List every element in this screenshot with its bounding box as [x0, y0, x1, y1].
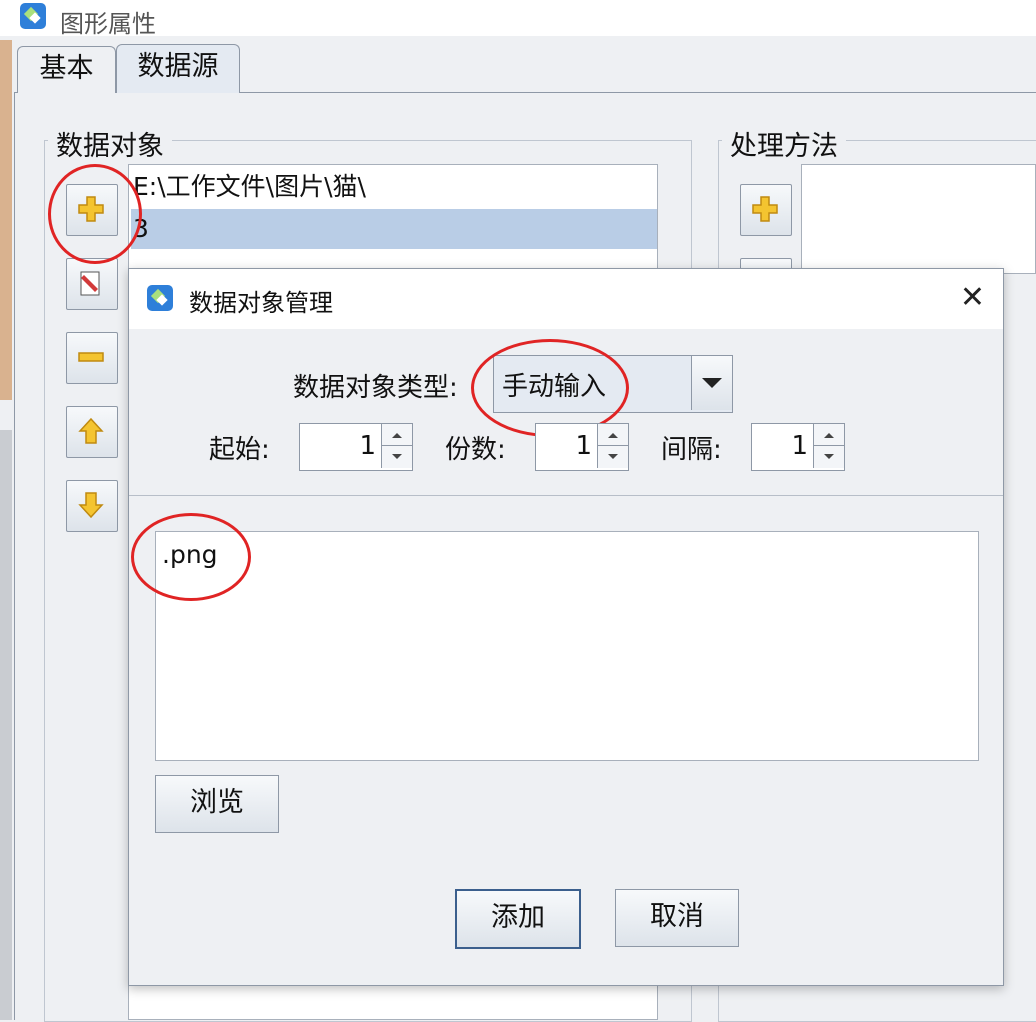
- spin-up-icon[interactable]: [392, 433, 402, 438]
- tab-datasource[interactable]: 数据源: [116, 44, 240, 93]
- dialog-title: 数据对象管理: [189, 289, 333, 317]
- data-object-type-select[interactable]: 手动输入: [493, 355, 733, 413]
- spinner-buttons[interactable]: [597, 424, 628, 468]
- spinner-buttons[interactable]: [381, 424, 412, 468]
- processing-method-legend: 处理方法: [722, 124, 846, 163]
- data-object-type-value: 手动输入: [502, 372, 607, 402]
- browse-button[interactable]: 浏览: [155, 775, 279, 833]
- list-item[interactable]: E:\工作文件\图片\猫\: [131, 167, 657, 207]
- list-item-selected[interactable]: 3: [131, 209, 657, 249]
- add-button[interactable]: 添加: [455, 889, 581, 949]
- background-window-edge-lower: [0, 430, 12, 1020]
- spin-down-icon[interactable]: [392, 454, 402, 459]
- data-content-text: .png: [162, 540, 218, 569]
- move-up-icon: [78, 417, 104, 444]
- edit-data-object-button[interactable]: [66, 258, 118, 310]
- remove-data-object-button[interactable]: [66, 332, 118, 384]
- add-processing-method-button[interactable]: [740, 184, 792, 236]
- interval-spinner[interactable]: 1: [751, 423, 845, 471]
- window-titlebar: 图形属性: [0, 0, 1036, 38]
- app-logo-icon: [20, 3, 46, 29]
- processing-method-list[interactable]: [801, 164, 1036, 274]
- move-up-button[interactable]: [66, 406, 118, 458]
- window-title: 图形属性: [60, 10, 156, 38]
- add-data-object-button[interactable]: [66, 184, 118, 236]
- close-icon[interactable]: ✕: [960, 283, 985, 313]
- remove-icon: [78, 352, 104, 362]
- app-logo-icon: [147, 285, 173, 311]
- data-object-management-dialog: 数据对象管理 ✕ 数据对象类型: 手动输入 起始: 1 份数: 1 间隔: 1 …: [128, 268, 1004, 986]
- move-down-button[interactable]: [66, 480, 118, 532]
- spin-up-icon[interactable]: [824, 433, 834, 438]
- spin-up-icon[interactable]: [608, 433, 618, 438]
- data-content-textarea[interactable]: .png: [155, 531, 979, 761]
- add-icon: [752, 196, 778, 222]
- edit-icon: [80, 271, 100, 296]
- spin-down-icon[interactable]: [824, 454, 834, 459]
- dialog-titlebar: 数据对象管理 ✕: [129, 269, 1003, 329]
- count-spinner[interactable]: 1: [535, 423, 629, 471]
- data-object-type-label: 数据对象类型:: [293, 373, 458, 403]
- dialog-separator: [129, 495, 1003, 496]
- spinner-buttons[interactable]: [813, 424, 844, 468]
- add-icon: [78, 196, 104, 222]
- start-label: 起始:: [209, 435, 270, 465]
- move-down-icon: [78, 492, 104, 519]
- count-value: 1: [575, 431, 592, 461]
- background-window-edge: [0, 40, 12, 400]
- start-spinner[interactable]: 1: [299, 423, 413, 471]
- interval-value: 1: [791, 431, 808, 461]
- count-label: 份数:: [445, 435, 506, 465]
- interval-label: 间隔:: [661, 435, 722, 465]
- spin-down-icon[interactable]: [608, 454, 618, 459]
- start-value: 1: [359, 431, 376, 461]
- chevron-down-icon[interactable]: [691, 356, 732, 410]
- tab-basic[interactable]: 基本: [17, 46, 116, 93]
- data-object-legend: 数据对象: [48, 124, 172, 163]
- cancel-button[interactable]: 取消: [615, 889, 739, 947]
